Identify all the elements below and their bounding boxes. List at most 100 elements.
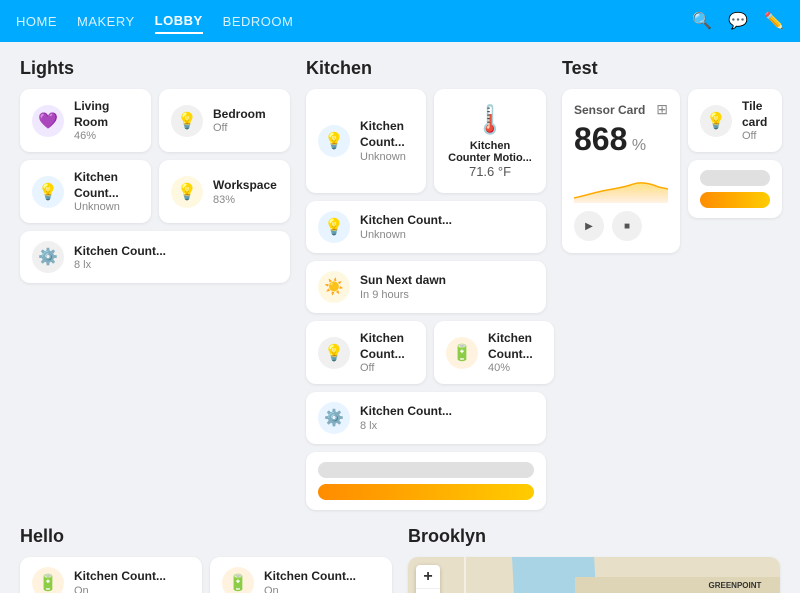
motion-icon: 🌡️ [473, 103, 508, 136]
kitchen-1-info: Kitchen Count... Unknown [360, 119, 414, 162]
bedroom-icon: 💡 [171, 105, 203, 137]
bottom-sections-row: Hello 🔋 Kitchen Count... On 🔋 Kitchen Co… [20, 526, 780, 593]
hello-1-icon: 🔋 [32, 567, 64, 593]
main-content: Lights 💜 Living Room 46% 💡 Bedroom Off [0, 42, 800, 593]
tile-card[interactable]: 💡 Tile card Off [688, 89, 782, 152]
kitchen-lx-name: Kitchen Count... [74, 244, 166, 260]
living-room-icon: 💜 [32, 105, 64, 137]
sensor-stop-button[interactable]: ■ [612, 211, 642, 241]
device-card-workspace[interactable]: 💡 Workspace 83% [159, 160, 290, 223]
kitchen-1-name: Kitchen Count... [360, 119, 414, 150]
nav-makery[interactable]: MAKERY [77, 10, 135, 33]
device-card-hello-1[interactable]: 🔋 Kitchen Count... On [20, 557, 202, 593]
sensor-card-header: Sensor Card ⊞ [574, 101, 668, 118]
bedroom-state: Off [213, 122, 266, 134]
top-sections-row: Lights 💜 Living Room 46% 💡 Bedroom Off [20, 58, 780, 510]
test-title: Test [562, 58, 782, 79]
workspace-name: Workspace [213, 178, 277, 194]
map-label-greenpoint: GREENPOINT [709, 581, 762, 590]
device-card-kitchen-8lx[interactable]: ⚙️ Kitchen Count... 8 lx [306, 392, 546, 444]
kitchen-1-state: Unknown [360, 151, 414, 163]
kitchen-2-name: Kitchen Count... [360, 213, 452, 229]
kitchen-off-name: Kitchen Count... [360, 331, 414, 362]
kitchen-lx-state: 8 lx [74, 259, 166, 271]
brooklyn-title: Brooklyn [408, 526, 780, 547]
living-room-name: Living Room [74, 99, 139, 130]
tile-card-info: Tile card Off [742, 99, 770, 142]
kitchen-2-icon: 💡 [318, 211, 350, 243]
kitchen-40-info: Kitchen Count... 40% [488, 331, 542, 374]
device-card-kitchen-off[interactable]: 💡 Kitchen Count... Off [306, 321, 426, 384]
kitchen-count-1-icon: 💡 [32, 176, 64, 208]
test-cards: Sensor Card ⊞ 868 % [562, 89, 782, 253]
kitchen-lx-info: Kitchen Count... 8 lx [74, 244, 166, 272]
test-color-bar-gray [700, 170, 770, 186]
motion-name: Kitchen Counter Motio... [448, 140, 532, 164]
map-card[interactable]: HOBOKEN CITY Houston St East River GREEN… [408, 557, 780, 593]
kitchen-count-1-info: Kitchen Count... Unknown [74, 170, 139, 213]
device-card-bedroom[interactable]: 💡 Bedroom Off [159, 89, 290, 152]
device-card-kitchen-lx[interactable]: ⚙️ Kitchen Count... 8 lx [20, 231, 290, 283]
nav-lobby[interactable]: LOBBY [155, 9, 203, 34]
kitchen-off-icon: 💡 [318, 337, 350, 369]
hello-section: Hello 🔋 Kitchen Count... On 🔋 Kitchen Co… [20, 526, 392, 593]
sun-state: In 9 hours [360, 289, 446, 301]
device-card-kitchen-1[interactable]: 💡 Kitchen Count... Unknown [306, 89, 426, 193]
edit-icon[interactable]: ✏️ [764, 11, 784, 31]
workspace-icon: 💡 [171, 176, 203, 208]
sensor-play-button[interactable]: ▶ [574, 211, 604, 241]
lights-title: Lights [20, 58, 290, 79]
map-zoom-in-button[interactable]: + [416, 565, 440, 589]
chat-icon[interactable]: 💬 [728, 11, 748, 31]
workspace-info: Workspace 83% [213, 178, 277, 206]
search-icon[interactable]: 🔍 [692, 11, 712, 31]
kitchen-off-state: Off [360, 362, 414, 374]
hello-cards-grid: 🔋 Kitchen Count... On 🔋 Kitchen Count...… [20, 557, 392, 593]
device-card-kitchen-40[interactable]: 🔋 Kitchen Count... 40% [434, 321, 554, 384]
motion-card[interactable]: 🌡️ Kitchen Counter Motio... 71.6 °F [434, 89, 546, 193]
device-card-kitchen-2[interactable]: 💡 Kitchen Count... Unknown [306, 201, 546, 253]
kitchen-2-info: Kitchen Count... Unknown [360, 213, 452, 241]
hello-1-info: Kitchen Count... On [74, 569, 166, 593]
device-card-kitchen-count-1[interactable]: 💡 Kitchen Count... Unknown [20, 160, 151, 223]
kitchen-color-bar-gray [318, 462, 534, 478]
sensor-unit: % [632, 137, 646, 154]
sensor-card[interactable]: Sensor Card ⊞ 868 % [562, 89, 680, 253]
living-room-state: 46% [74, 130, 139, 142]
sun-icon: ☀️ [318, 271, 350, 303]
nav-home[interactable]: HOME [16, 10, 57, 33]
kitchen-8lx-name: Kitchen Count... [360, 404, 452, 420]
kitchen-lx-icon: ⚙️ [32, 241, 64, 273]
lights-cards-grid: 💜 Living Room 46% 💡 Bedroom Off 💡 [20, 89, 290, 283]
brooklyn-section: Brooklyn HOBOKEN CITY Houston St East Ri… [408, 526, 780, 593]
test-color-bar-card[interactable] [688, 160, 782, 218]
motion-temp: 71.6 °F [469, 164, 511, 179]
kitchen-1-icon: 💡 [318, 125, 350, 157]
test-color-bar-orange [700, 192, 770, 208]
map-zoom-out-button[interactable]: − [416, 589, 440, 593]
tile-card-state: Off [742, 130, 770, 142]
kitchen-8lx-state: 8 lx [360, 420, 452, 432]
bedroom-name: Bedroom [213, 107, 266, 123]
hello-1-name: Kitchen Count... [74, 569, 166, 585]
tile-card-icon: 💡 [700, 105, 732, 137]
kitchen-8lx-icon: ⚙️ [318, 402, 350, 434]
hello-2-icon: 🔋 [222, 567, 254, 593]
hello-1-state: On [74, 585, 166, 593]
sensor-card-title: Sensor Card [574, 103, 645, 117]
kitchen-40-icon: 🔋 [446, 337, 478, 369]
lights-section: Lights 💜 Living Room 46% 💡 Bedroom Off [20, 58, 290, 510]
device-card-sun[interactable]: ☀️ Sun Next dawn In 9 hours [306, 261, 546, 313]
nav-bedroom[interactable]: BEDROOM [223, 10, 294, 33]
kitchen-color-bar-card[interactable] [306, 452, 546, 510]
hello-2-name: Kitchen Count... [264, 569, 356, 585]
kitchen-2-state: Unknown [360, 229, 452, 241]
device-card-hello-2[interactable]: 🔋 Kitchen Count... On [210, 557, 392, 593]
kitchen-off-info: Kitchen Count... Off [360, 331, 414, 374]
kitchen-count-1-name: Kitchen Count... [74, 170, 139, 201]
kitchen-grid: 💡 Kitchen Count... Unknown 🌡️ Kitchen Co… [306, 89, 546, 510]
kitchen-title: Kitchen [306, 58, 546, 79]
device-card-living-room[interactable]: 💜 Living Room 46% [20, 89, 151, 152]
living-room-info: Living Room 46% [74, 99, 139, 142]
kitchen-8lx-info: Kitchen Count... 8 lx [360, 404, 452, 432]
